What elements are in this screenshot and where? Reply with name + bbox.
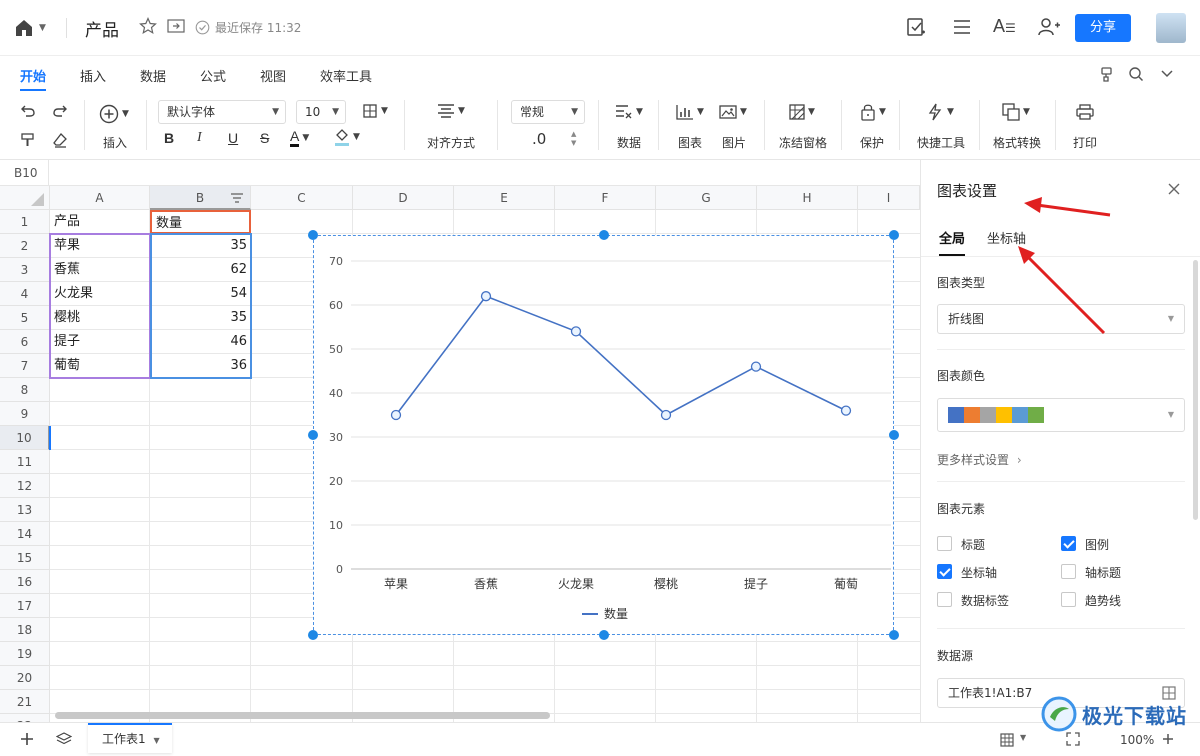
zoom-level[interactable]: 100% xyxy=(1120,733,1154,747)
annotation-arrows xyxy=(1018,197,1111,335)
sheet-tab-label: 工作表1 xyxy=(102,732,146,746)
watermark-icon xyxy=(1041,696,1077,732)
annotation-arrow-to-axis-tab xyxy=(1026,255,1106,335)
view-mode-icon[interactable] xyxy=(1000,733,1014,750)
sheet-list-icon[interactable] xyxy=(55,732,73,749)
sheet-tab-active[interactable]: 工作表1 ▼ xyxy=(88,723,172,753)
add-sheet-icon[interactable] xyxy=(20,732,34,749)
annotation-arrow-to-title xyxy=(1036,203,1111,217)
watermark-logo: 极光下载站 xyxy=(1040,695,1187,733)
fullscreen-icon[interactable] xyxy=(1066,732,1080,749)
chevron-down-icon: ▼ xyxy=(153,736,160,745)
zoom-in-icon[interactable] xyxy=(1162,733,1174,748)
sheet-tab-bar: 工作表1 ▼ ▼ 100% 极光下载站 xyxy=(0,696,1200,756)
watermark-text: 极光下载站 xyxy=(1082,703,1187,728)
annotation-arrow-to-title-head xyxy=(1024,197,1042,213)
chevron-down-icon[interactable]: ▼ xyxy=(1020,733,1026,742)
